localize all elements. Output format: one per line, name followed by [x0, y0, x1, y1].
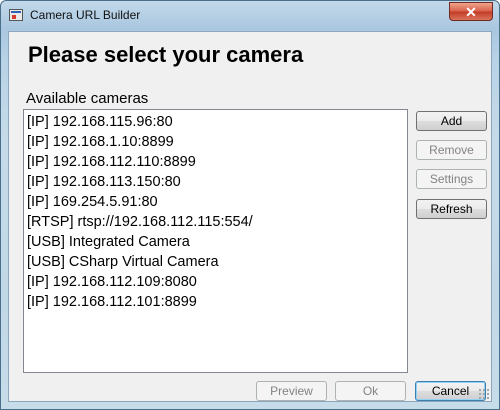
app-window-icon	[9, 9, 23, 21]
add-button[interactable]: Add	[416, 111, 487, 131]
remove-button[interactable]: Remove	[416, 140, 487, 160]
close-button[interactable]: ✕	[449, 2, 493, 21]
cancel-button[interactable]: Cancel	[415, 381, 486, 401]
settings-button[interactable]: Settings	[416, 169, 487, 189]
camera-list-item[interactable]: [USB] Integrated Camera	[26, 232, 407, 252]
close-icon: ✕	[465, 4, 477, 20]
preview-button[interactable]: Preview	[256, 381, 327, 401]
resize-grip-icon[interactable]	[478, 388, 490, 400]
camera-list-item[interactable]: [IP] 192.168.112.110:8899	[26, 152, 407, 172]
page-title: Please select your camera	[28, 42, 304, 67]
camera-list-item[interactable]: [IP] 192.168.112.109:8080	[26, 272, 407, 292]
dialog-content: Please select your camera Available came…	[8, 31, 492, 402]
camera-url-builder-window: Camera URL Builder ✕ Please select your …	[0, 0, 500, 410]
camera-list-item[interactable]: [IP] 192.168.113.150:80	[26, 172, 407, 192]
title-bar[interactable]: Camera URL Builder ✕	[1, 1, 499, 31]
camera-list-item[interactable]: [IP] 169.254.5.91:80	[26, 192, 407, 212]
camera-list-item[interactable]: [IP] 192.168.115.96:80	[26, 112, 407, 132]
camera-list-item[interactable]: [USB] CSharp Virtual Camera	[26, 252, 407, 272]
camera-list-item[interactable]: [RTSP] rtsp://192.168.112.115:554/	[26, 212, 407, 232]
camera-list-item[interactable]: [IP] 192.168.1.10:8899	[26, 132, 407, 152]
available-cameras-label: Available cameras	[26, 90, 149, 107]
ok-button[interactable]: Ok	[335, 381, 406, 401]
camera-list-item[interactable]: [IP] 192.168.112.101:8899	[26, 292, 407, 312]
refresh-button[interactable]: Refresh	[416, 199, 487, 219]
window-title: Camera URL Builder	[30, 8, 141, 22]
camera-listbox[interactable]: [IP] 192.168.115.96:80 [IP] 192.168.1.10…	[23, 109, 408, 373]
